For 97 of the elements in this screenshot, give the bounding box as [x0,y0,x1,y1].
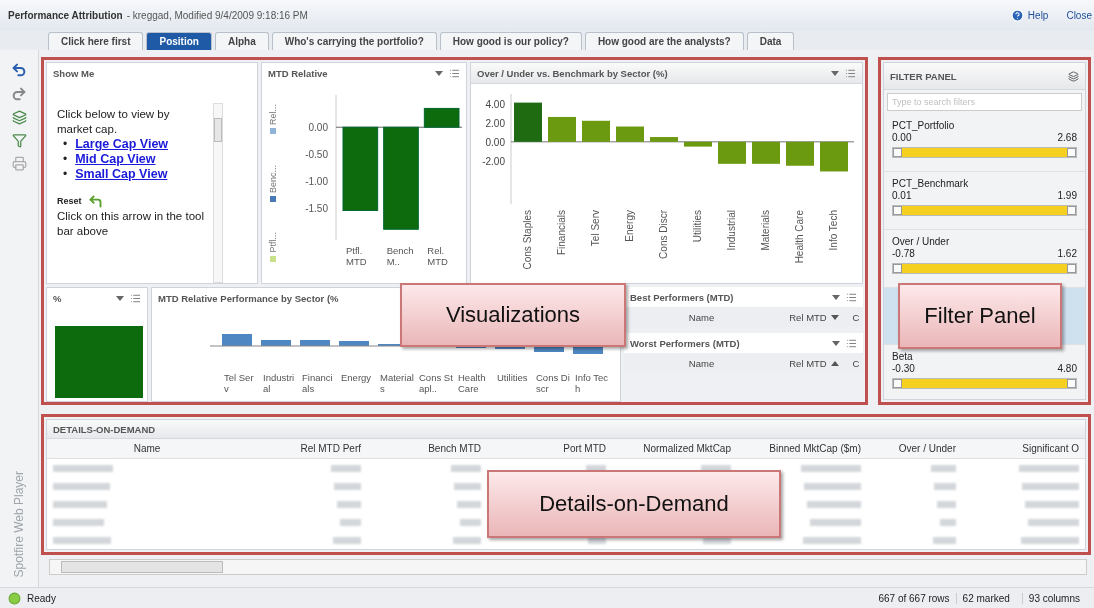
filter-max: 4.80 [1057,363,1077,374]
status-text: Ready [27,592,56,604]
column-header[interactable]: Port MTD [487,443,612,454]
reset-hint: Click on this arrow in the tool bar above [57,209,205,239]
column-header[interactable]: Rel MTD [789,311,827,323]
axis-tick-label: -1.50 [305,202,328,214]
axis-category-label: Cons Stapl.. [419,372,453,394]
column-header[interactable]: Name [688,311,715,323]
column-header[interactable]: Over / Under [867,443,962,454]
column-header[interactable]: Binned MktCap ($m) [737,443,867,454]
axis-category-label: Info Tech [828,210,839,251]
column-header[interactable]: Name [688,357,715,369]
filter-name: Beta [892,351,914,362]
filter-max: 2.68 [1057,132,1077,143]
panel-title: MTD Relative Performance by Sector (% [158,292,339,304]
axis-category-label: Rel. MTD [427,245,448,267]
panel-title: MTD Relative [268,67,328,79]
axis-category-label: Industrial [726,210,737,251]
window-title: Performance Attribution [8,9,123,21]
reset-label: Reset [57,195,82,208]
axis-tick-label: -1.00 [305,175,328,187]
document-info: - kreggad, Modified 9/4/2009 9:18:16 PM [126,9,308,21]
axis-category-label: Financials [556,210,567,256]
filter-min: -0.30 [892,363,915,374]
help-link[interactable]: Help [1027,9,1049,21]
filter-name: Over / Under [892,236,951,247]
axis-tick-label: -0.50 [305,149,328,161]
axis-category-label: Cons Staples [522,210,533,270]
intro-text: Click below to view by market cap. [57,107,171,137]
axis-category-label: Financials [302,372,334,394]
panel-title: DETAILS-ON-DEMAND [53,423,156,435]
column-header[interactable]: Bench MTD [367,443,487,454]
callout-tooltip: Details-on-Demand [487,470,781,538]
axis-tick-label: -2.00 [482,155,505,167]
axis-tick-label: 0.00 [308,122,328,134]
axis-category-label: Ptfl. MTD [346,245,367,267]
callout-tooltip: Visualizations [400,283,626,347]
filter-min: -0.78 [892,248,915,259]
column-header[interactable]: Rel MTD Perf [247,443,367,454]
panel-title: Show Me [53,67,95,79]
bullet: • [63,167,68,182]
axis-category-label: Health Care [458,372,487,394]
bullet: • [63,152,68,167]
legend-label: Ptfl... [268,232,278,253]
axis-category-label: Info Tech [575,372,609,394]
axis-category-label: Tel Serv [590,210,601,247]
row-count: 667 of 667 rows [878,592,950,604]
axis-category-label: Utilities [497,372,529,385]
tab[interactable]: Alpha [214,32,269,50]
axis-category-label: Health Care [794,210,805,264]
column-header[interactable]: Name [47,443,247,454]
bullet: • [63,137,68,152]
column-header[interactable]: C [852,311,860,323]
axis-category-label: Cons Discr [658,210,669,259]
filter-min: 0.01 [892,190,912,201]
axis-category-label: Materials [760,210,771,251]
panel-title: Over / Under vs. Benchmark by Sector (%) [477,67,668,79]
column-count: 93 columns [1021,592,1086,604]
tab[interactable]: How good is our policy? [439,32,582,50]
legend-label: Benc... [268,164,278,193]
close-link[interactable]: Close [1066,9,1092,21]
side-label: Spotfire Web Player [12,470,26,577]
view-link[interactable]: Small Cap View [75,167,168,182]
axis-category-label: Energy [341,372,373,385]
axis-category-label: Tel Serv [224,372,255,394]
tab[interactable]: Click here first [48,32,144,50]
legend-label: Rel... [268,104,278,126]
filter-max: 1.99 [1057,190,1077,201]
axis-category-label: Cons Discr [536,372,570,394]
column-header[interactable]: Rel MTD [789,357,827,369]
axis-category-label: Materials [380,372,414,394]
filter-min: 0.00 [892,132,912,143]
panel-title: % [53,292,62,304]
marked-count: 62 marked [955,592,1016,604]
tab[interactable]: Who's carrying the portfolio? [271,32,437,50]
filter-max: 1.62 [1057,248,1077,259]
axis-category-label: Utilities [692,210,703,243]
axis-tick-label: 4.00 [485,98,505,110]
tab[interactable]: Data [746,32,795,50]
filter-name: PCT_Benchmark [892,178,970,189]
callout-tooltip: Filter Panel [898,283,1062,349]
column-header[interactable]: Significant O [962,443,1085,454]
filter-name: PCT_Portfolio [892,120,956,131]
axis-category-label: Bench M.. [386,245,414,267]
panel-title: Worst Performers (MTD) [630,337,740,349]
view-link[interactable]: Large Cap View [75,137,169,152]
panel-title: FILTER PANEL [890,70,957,82]
axis-category-label: Industrial [263,372,296,394]
axis-tick-label: 2.00 [485,117,505,129]
axis-tick-label: 0.00 [485,136,505,148]
column-header[interactable]: C [852,357,860,369]
panel-title: Best Performers (MTD) [630,291,734,303]
axis-category-label: Energy [624,210,635,242]
tab[interactable]: Position [146,32,212,50]
view-link[interactable]: Mid Cap View [75,152,156,167]
column-header[interactable]: Normalized MktCap [612,443,737,454]
tab[interactable]: How good are the analysts? [584,32,744,50]
